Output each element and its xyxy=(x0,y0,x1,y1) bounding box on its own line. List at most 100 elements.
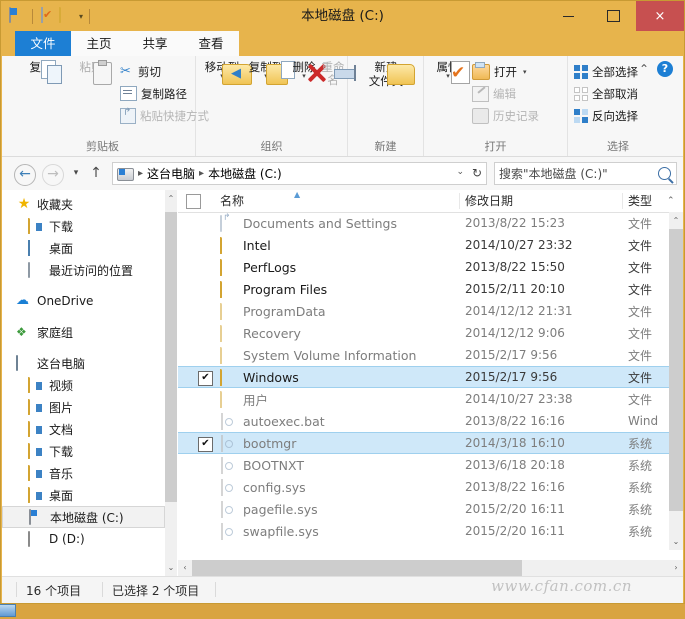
file-type: 文件 xyxy=(628,304,653,319)
column-header-date[interactable]: 修改日期 xyxy=(465,190,513,212)
select-all-checkbox[interactable] xyxy=(186,194,201,209)
sidebar-item-downloads[interactable]: 下载 xyxy=(2,215,165,237)
row-checkbox[interactable]: ✔ xyxy=(198,371,213,386)
nav-pane-scrollbar[interactable]: ⌃ ⌄ xyxy=(165,190,177,576)
open-button[interactable]: 打开 ▾ xyxy=(472,61,527,81)
table-row[interactable]: pagefile.sys 2015/2/20 16:11 系统 xyxy=(178,498,683,520)
table-row[interactable]: config.sys 2013/8/22 16:16 系统 xyxy=(178,476,683,498)
header-divider-1[interactable] xyxy=(459,193,460,209)
table-row[interactable]: Intel 2014/10/27 23:32 文件 xyxy=(178,234,683,256)
breadcrumb-local-disk[interactable]: 本地磁盘 (C:) xyxy=(208,165,282,182)
maximize-button[interactable] xyxy=(591,1,636,31)
sidebar-item-recent-places[interactable]: 最近访问的位置 xyxy=(2,259,165,281)
move-to-button[interactable]: 移动到 ▾ xyxy=(200,60,244,81)
column-header-type[interactable]: 类型 xyxy=(628,190,652,212)
column-header-name[interactable]: 名称 xyxy=(220,190,244,212)
search-input[interactable]: 搜索"本地磁盘 (C:)" xyxy=(494,162,677,185)
tab-share[interactable]: 共享 xyxy=(127,31,183,56)
copy-path-button[interactable]: 复制路径 xyxy=(120,84,187,103)
sidebar-item-this-pc[interactable]: 这台电脑 xyxy=(2,352,165,374)
forward-button[interactable]: → xyxy=(42,164,64,186)
sidebar-item-videos[interactable]: 视频 xyxy=(2,374,165,396)
sidebar-item-favorites[interactable]: ★ 收藏夹 xyxy=(2,193,165,215)
table-row[interactable]: System Volume Information 2015/2/17 9:56… xyxy=(178,344,683,366)
table-row[interactable]: PerfLogs 2013/8/22 15:50 文件 xyxy=(178,256,683,278)
select-none-button[interactable]: 全部取消 xyxy=(574,84,638,103)
sidebar-item-music[interactable]: 音乐 xyxy=(2,462,165,484)
file-date: 2013/6/18 20:18 xyxy=(465,458,565,472)
file-type: 文件 xyxy=(628,326,653,341)
close-button[interactable]: × xyxy=(636,1,684,31)
hscrollbar-thumb[interactable] xyxy=(192,560,522,576)
paste-button[interactable]: 粘贴 xyxy=(68,60,114,74)
table-row[interactable]: autoexec.bat 2013/8/22 16:16 Wind xyxy=(178,410,683,432)
minimize-button[interactable] xyxy=(546,1,591,31)
file-list-hscrollbar[interactable]: ‹ › xyxy=(178,560,683,576)
sidebar-item-desktop-2[interactable]: 桌面 xyxy=(2,484,165,506)
history-icon xyxy=(472,107,489,124)
table-row[interactable]: ✔ bootmgr 2014/3/18 16:10 系统 xyxy=(178,432,683,454)
table-row[interactable]: Program Files 2015/2/11 20:10 文件 xyxy=(178,278,683,300)
history-button[interactable]: 历史记录 xyxy=(472,106,539,125)
new-folder-icon[interactable] xyxy=(59,6,76,25)
select-all-button[interactable]: 全部选择 xyxy=(574,62,638,81)
sidebar-item-pictures[interactable]: 图片 xyxy=(2,396,165,418)
table-row[interactable]: ✔ Windows 2015/2/17 9:56 文件 xyxy=(178,366,683,388)
properties-button[interactable]: 属性 ▾ xyxy=(430,60,466,81)
scroll-right-icon[interactable]: › xyxy=(669,560,683,576)
tab-file[interactable]: 文件 xyxy=(15,31,71,56)
copy-button[interactable]: 复制 xyxy=(18,60,64,74)
scroll-left-icon[interactable]: ‹ xyxy=(178,560,192,576)
search-placeholder: 搜索"本地磁盘 (C:)" xyxy=(499,167,608,181)
refresh-icon[interactable]: ↻ xyxy=(472,166,482,180)
new-folder-button[interactable]: 新建 文件夹 xyxy=(362,60,410,88)
table-row[interactable]: swapfile.sys 2015/2/20 16:11 系统 xyxy=(178,520,683,542)
column-options-icon[interactable]: ⌃ xyxy=(667,190,675,212)
ribbon-group-organize: 移动到 ▾ 复制到 ▾ 删除 ▾ 重命名 组织 xyxy=(196,56,348,156)
sidebar-item-documents[interactable]: 文档 xyxy=(2,418,165,440)
sidebar-item-downloads-2[interactable]: 下载 xyxy=(2,440,165,462)
tab-home[interactable]: 主页 xyxy=(71,31,127,56)
back-button[interactable]: ← xyxy=(14,164,36,186)
table-row[interactable]: Documents and Settings 2013/8/22 15:23 文… xyxy=(178,212,683,234)
sidebar-item-onedrive[interactable]: ☁ OneDrive xyxy=(2,290,165,312)
vscrollbar-thumb[interactable] xyxy=(669,229,683,511)
table-row[interactable]: Recovery 2014/12/12 9:06 文件 xyxy=(178,322,683,344)
file-date: 2014/12/12 9:06 xyxy=(465,326,565,340)
view-large-icons-button[interactable] xyxy=(0,600,17,619)
copy-to-button[interactable]: 复制到 ▾ xyxy=(244,60,288,81)
recent-locations-button[interactable]: ▾ xyxy=(66,164,86,184)
row-checkbox[interactable]: ✔ xyxy=(198,437,213,452)
chevron-down-icon[interactable]: ▾ xyxy=(523,68,527,76)
scroll-up-icon[interactable]: ⌃ xyxy=(669,212,683,229)
file-name: 用户 xyxy=(243,392,269,408)
edit-button[interactable]: 编辑 xyxy=(472,84,516,103)
file-list-vscrollbar[interactable]: ⌃ ⌄ xyxy=(669,212,683,550)
table-row[interactable]: ProgramData 2014/12/12 21:31 文件 xyxy=(178,300,683,322)
chevron-down-icon[interactable]: ⌄ xyxy=(456,167,464,177)
tab-view[interactable]: 查看 xyxy=(183,31,239,56)
search-icon[interactable] xyxy=(658,167,671,180)
nav-scrollbar-thumb[interactable] xyxy=(165,212,177,502)
header-divider-2[interactable] xyxy=(622,193,623,209)
table-row[interactable]: BOOTNXT 2013/6/18 20:18 系统 xyxy=(178,454,683,476)
sidebar-item-local-disk-c[interactable]: 本地磁盘 (C:) xyxy=(2,506,165,528)
breadcrumb-this-pc[interactable]: 这台电脑 xyxy=(147,165,195,182)
up-button[interactable]: ↑ xyxy=(86,164,106,184)
cut-button[interactable]: ✂ 剪切 xyxy=(120,62,161,81)
chevron-down-icon[interactable]: ▾ xyxy=(79,8,83,25)
address-input[interactable]: ▸ 这台电脑 ▸ 本地磁盘 (C:) ⌄ ↻ xyxy=(112,162,487,185)
rename-button[interactable]: 重命名 xyxy=(316,60,350,87)
invert-selection-button[interactable]: 反向选择 xyxy=(574,106,638,125)
folder-documents-icon xyxy=(28,421,44,437)
system-file-icon xyxy=(220,478,237,496)
drive-icon[interactable] xyxy=(9,6,26,25)
sidebar-item-desktop[interactable]: 桌面 xyxy=(2,237,165,259)
sidebar-item-drive-d[interactable]: D (D:) xyxy=(2,528,165,550)
table-row[interactable]: 用户 2014/10/27 23:38 文件 xyxy=(178,388,683,410)
sidebar-item-homegroup[interactable]: ❖ 家庭组 xyxy=(2,321,165,343)
properties-icon[interactable] xyxy=(39,6,56,25)
scroll-down-icon[interactable]: ⌄ xyxy=(669,533,683,550)
scroll-down-icon[interactable]: ⌄ xyxy=(165,559,177,576)
scroll-up-icon[interactable]: ⌃ xyxy=(165,190,177,207)
